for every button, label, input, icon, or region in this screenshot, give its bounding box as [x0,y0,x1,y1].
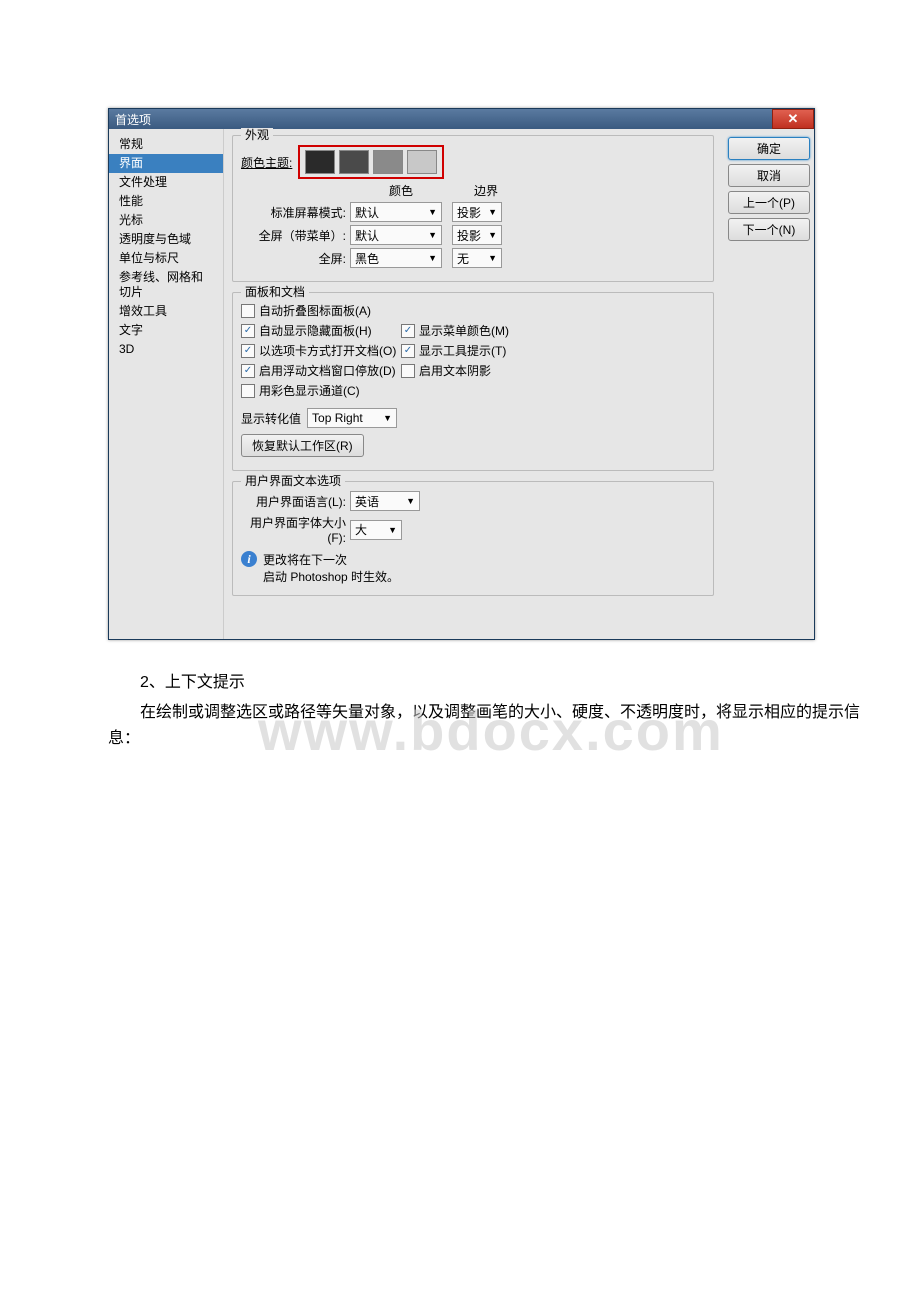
row-label: 全屏: [241,250,346,267]
sidebar-item[interactable]: 透明度与色域 [109,230,223,249]
reset-workspace-button[interactable]: 恢复默认工作区(R) [241,434,364,457]
close-icon: ✕ [788,111,799,127]
text-shadow-label: 启用文本阴影 [419,362,491,379]
auto-show-hidden-label: 自动显示隐藏面板(H) [259,322,372,339]
show-transform-combo[interactable]: Top Right ▼ [307,408,397,428]
checkbox-open-as-tabs[interactable]: ✓ [241,344,255,358]
titlebar: 首选项 ✕ [109,109,814,129]
color-swatch[interactable] [373,150,403,174]
sidebar-item[interactable]: 增效工具 [109,302,223,321]
sidebar-item[interactable]: 单位与标尺 [109,249,223,268]
ui-font-size-combo[interactable]: 大 ▼ [350,520,402,540]
cancel-button[interactable]: 取消 [728,164,810,187]
col-color-header: 颜色 [346,182,456,199]
sidebar-item[interactable]: 光标 [109,211,223,230]
border-combo[interactable]: 无▼ [452,248,502,268]
chevron-down-icon: ▼ [488,230,497,240]
checkbox-text-shadow[interactable] [401,364,415,378]
main-panel: 外观 颜色主题: 颜色 边界 标准屏幕模式:默认▼ 投影▼ 全屏（带菜单）:默认▼ 投… [224,129,722,639]
border-combo[interactable]: 投影▼ [452,225,502,245]
restart-notice-2: 启动 Photoshop 时生效。 [263,568,399,585]
article-text: 2、上下文提示 在绘制或调整选区或路径等矢量对象，以及调整画笔的大小、硬度、不透… [108,670,868,752]
color-swatch[interactable] [407,150,437,174]
checkbox-menu-colors[interactable]: ✓ [401,324,415,338]
show-transform-value: Top Right [312,411,363,425]
tooltips-label: 显示工具提示(T) [419,342,506,359]
color-theme-swatches [298,145,444,179]
col-border-header: 边界 [456,182,516,199]
chevron-down-icon: ▼ [428,207,437,217]
show-transform-label: 显示转化值 [241,410,301,427]
sidebar-item[interactable]: 文字 [109,321,223,340]
info-icon: i [241,551,257,567]
appearance-row: 全屏（带菜单）:默认▼ 投影▼ [241,225,705,245]
chevron-down-icon: ▼ [428,253,437,263]
panels-group: 面板和文档 自动折叠图标面板(A) ✓自动显示隐藏面板(H) ✓以选项卡方式打开… [232,292,714,471]
ui-lang-combo[interactable]: 英语 ▼ [350,491,420,511]
restart-notice-1: 更改将在下一次 [263,551,399,568]
chevron-down-icon: ▼ [488,253,497,263]
color-channels-label: 用彩色显示通道(C) [259,382,360,399]
sidebar: 常规界面文件处理性能光标透明度与色域单位与标尺参考线、网格和切片增效工具文字3D [109,129,224,639]
article-p1: 2、上下文提示 [108,670,868,696]
border-combo[interactable]: 投影▼ [452,202,502,222]
checkbox-auto-collapse[interactable] [241,304,255,318]
row-label: 标准屏幕模式: [241,204,346,221]
auto-collapse-label: 自动折叠图标面板(A) [259,302,371,319]
appearance-legend: 外观 [241,128,273,142]
appearance-row: 标准屏幕模式:默认▼ 投影▼ [241,202,705,222]
row-label: 全屏（带菜单）: [241,227,346,244]
sidebar-item[interactable]: 文件处理 [109,173,223,192]
dialog-title: 首选项 [115,111,151,128]
ok-button[interactable]: 确定 [728,137,810,160]
text-options-group: 用户界面文本选项 用户界面语言(L): 英语 ▼ 用户界面字体大小(F): 大 … [232,481,714,596]
color-theme-label: 颜色主题: [241,154,292,171]
open-as-tabs-label: 以选项卡方式打开文档(O) [259,342,396,359]
sidebar-item[interactable]: 界面 [109,154,223,173]
prev-button[interactable]: 上一个(P) [728,191,810,214]
sidebar-item[interactable]: 常规 [109,135,223,154]
ui-lang-value: 英语 [355,493,379,510]
next-button[interactable]: 下一个(N) [728,218,810,241]
panels-legend: 面板和文档 [241,285,309,299]
checkbox-tooltips[interactable]: ✓ [401,344,415,358]
text-options-legend: 用户界面文本选项 [241,474,345,488]
sidebar-item[interactable]: 参考线、网格和切片 [109,268,223,302]
ui-font-size-value: 大 [355,521,367,538]
floating-dock-label: 启用浮动文档窗口停放(D) [259,362,396,379]
color-swatch[interactable] [305,150,335,174]
color-combo[interactable]: 默认▼ [350,202,442,222]
appearance-group: 外观 颜色主题: 颜色 边界 标准屏幕模式:默认▼投影▼全屏（带菜单）:默认▼投… [232,135,714,282]
ui-lang-label: 用户界面语言(L): [241,493,346,510]
appearance-row: 全屏:黑色▼ 无▼ [241,248,705,268]
chevron-down-icon: ▼ [488,207,497,217]
color-swatch[interactable] [339,150,369,174]
sidebar-item[interactable]: 3D [109,340,223,359]
chevron-down-icon: ▼ [388,525,397,535]
dialog-buttons: 确定 取消 上一个(P) 下一个(N) [722,129,814,639]
sidebar-item[interactable]: 性能 [109,192,223,211]
chevron-down-icon: ▼ [383,413,392,423]
checkbox-auto-show-hidden[interactable]: ✓ [241,324,255,338]
checkbox-floating-dock[interactable]: ✓ [241,364,255,378]
menu-colors-label: 显示菜单颜色(M) [419,322,509,339]
preferences-dialog: 首选项 ✕ 常规界面文件处理性能光标透明度与色域单位与标尺参考线、网格和切片增效… [108,108,815,640]
close-button[interactable]: ✕ [772,109,814,129]
color-combo[interactable]: 默认▼ [350,225,442,245]
color-combo[interactable]: 黑色▼ [350,248,442,268]
article-p2: 在绘制或调整选区或路径等矢量对象，以及调整画笔的大小、硬度、不透明度时，将显示相… [108,700,868,752]
ui-font-size-label: 用户界面字体大小(F): [241,514,346,545]
chevron-down-icon: ▼ [428,230,437,240]
chevron-down-icon: ▼ [406,496,415,506]
checkbox-color-channels[interactable] [241,384,255,398]
